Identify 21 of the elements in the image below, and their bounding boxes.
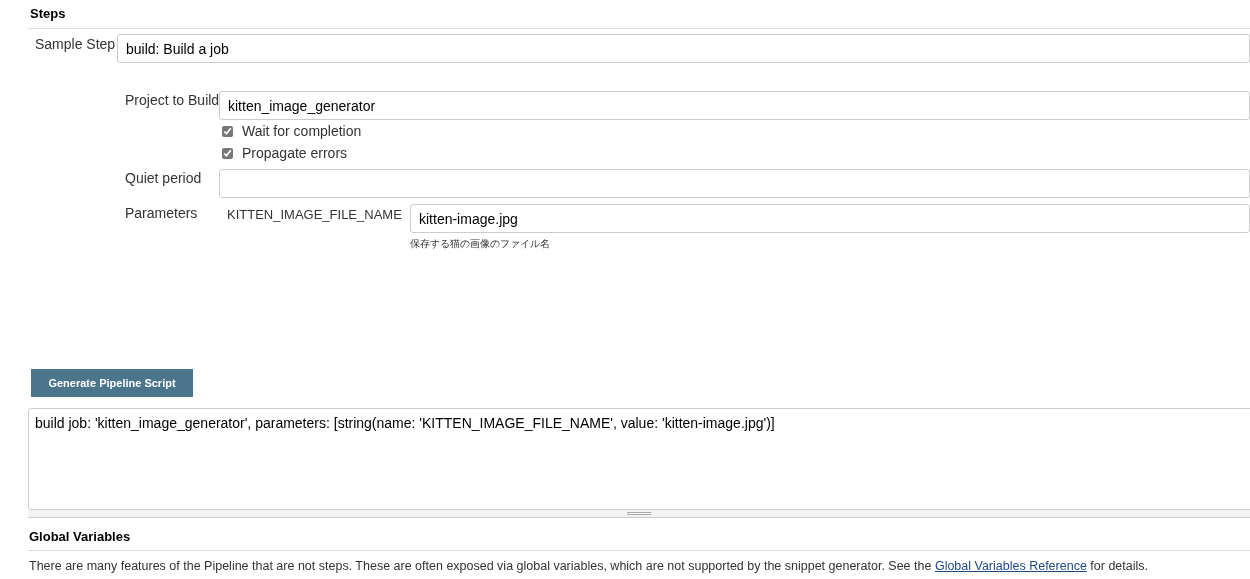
quiet-period-input[interactable] <box>219 169 1250 198</box>
project-input[interactable]: kitten_image_generator <box>219 91 1250 120</box>
generate-button[interactable]: Generate Pipeline Script <box>31 369 193 397</box>
description-text: There are many features of the Pipeline that are not steps. These are often exposed via global variables, which are not supported by the snippet generator. See the Global Variables Reference for details. <box>29 558 1148 575</box>
section-heading: Global Variables <box>29 528 132 546</box>
script-output[interactable]: build job: 'kitten_image_generator', parameters: [string(name: 'KITTEN_IMAGE_FILE_NAME', value: 'kitten-image.jpg')] <box>28 408 1250 510</box>
reference-link[interactable]: Global Variables Reference <box>934 559 1087 573</box>
checkbox-label: Propagate errors <box>242 144 348 162</box>
field-label: Sample Step <box>35 35 117 53</box>
parameter-name: KITTEN_IMAGE_FILE_NAME <box>227 206 403 224</box>
field-label: Parameters <box>125 204 199 222</box>
resize-handle-icon[interactable] <box>627 512 651 515</box>
checkbox[interactable] <box>222 147 233 159</box>
checkbox-label: Wait for completion <box>242 122 362 140</box>
help-text: 保存する猫の画像のファイル名 <box>410 237 551 251</box>
field-label: Project to Build <box>125 91 219 109</box>
parameter-input[interactable]: kitten-image.jpg <box>410 204 1250 233</box>
field-label: Quiet period <box>125 169 203 187</box>
step-select[interactable]: build: Build a job <box>117 34 1250 63</box>
section-heading: Steps <box>30 5 67 23</box>
checkbox[interactable] <box>222 125 233 137</box>
